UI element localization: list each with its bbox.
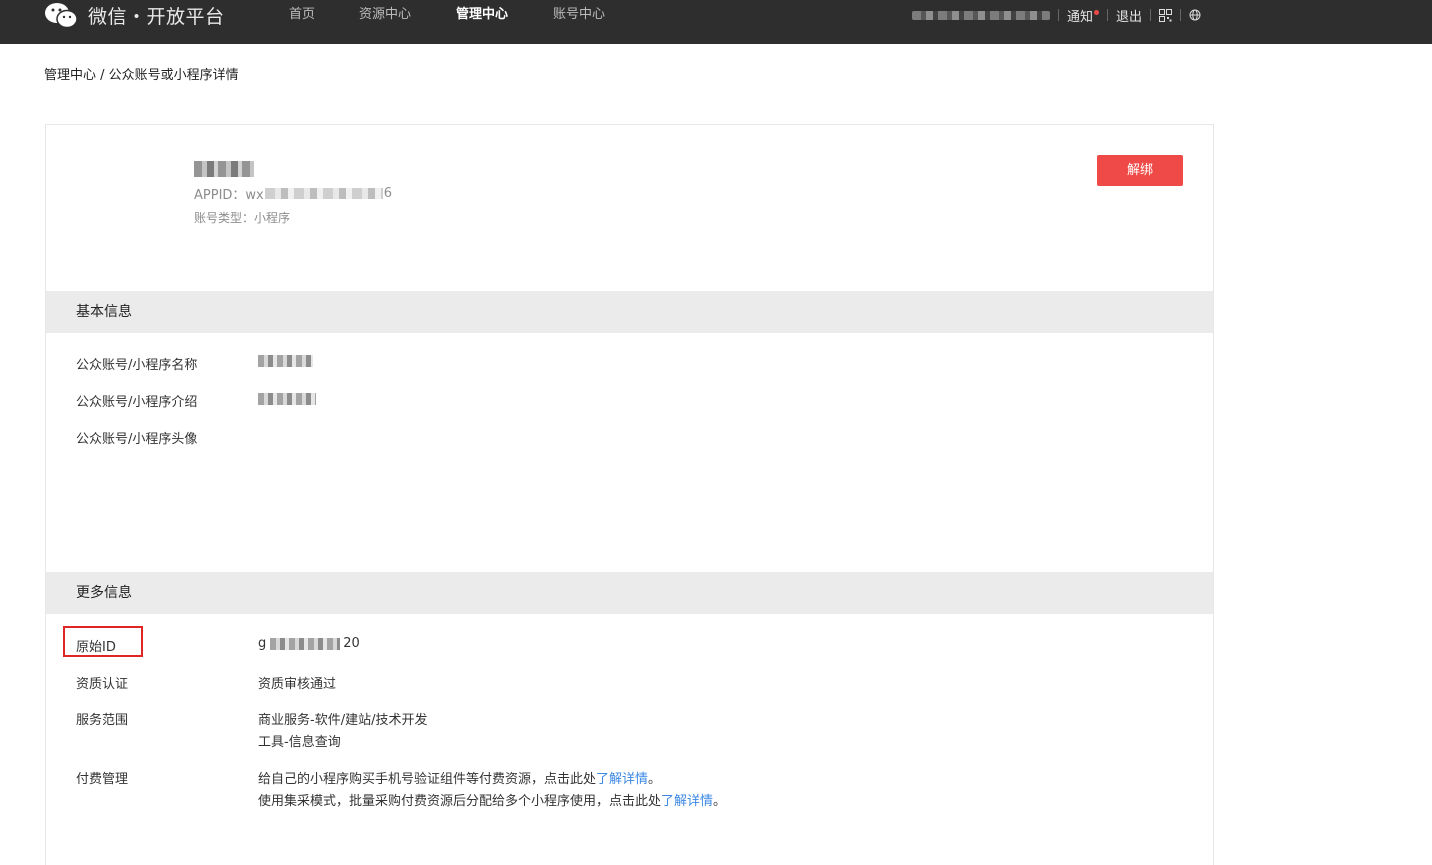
account-type: 账号类型：小程序 xyxy=(194,211,291,225)
learn-more-link[interactable]: 了解详情 xyxy=(661,794,713,809)
notice-label: 通知 xyxy=(1067,9,1094,25)
redacted-text xyxy=(258,355,313,367)
header-tools: 通知 退出 xyxy=(912,0,1201,30)
punctuation: 。 xyxy=(648,772,662,787)
punctuation: 。 xyxy=(713,794,727,809)
basic-info-header: 基本信息 xyxy=(46,291,1213,333)
learn-more-link[interactable]: 了解详情 xyxy=(596,772,648,787)
appid-row: APPID：wx 6 xyxy=(194,184,392,203)
qualification-value: 资质审核通过 xyxy=(258,677,337,692)
avatar-label: 公众账号/小程序头像 xyxy=(76,432,198,447)
original-id-suffix: 20 xyxy=(343,636,360,651)
paid-text: 使用集采模式，批量采购付费资源后分配给多个小程序使用，点击此处 xyxy=(258,794,662,809)
unbind-button[interactable]: 解绑 xyxy=(1097,155,1183,186)
qr-code-icon[interactable] xyxy=(1159,8,1173,22)
globe-icon[interactable] xyxy=(1189,9,1201,21)
divider xyxy=(1180,9,1182,21)
name-label: 公众账号/小程序名称 xyxy=(76,358,198,373)
original-id-prefix: g xyxy=(258,636,267,651)
user-account-name[interactable] xyxy=(912,10,1050,20)
divider xyxy=(1058,9,1059,21)
intro-value-redacted xyxy=(258,393,316,409)
brand[interactable]: 微信・开放平台 xyxy=(44,0,225,30)
nav-management-center[interactable]: 管理中心 xyxy=(456,0,508,30)
original-id-value: g 20 xyxy=(258,636,360,651)
nav-resource-center[interactable]: 资源中心 xyxy=(359,0,411,30)
appid-redacted xyxy=(264,188,383,199)
notice-dot xyxy=(1094,9,1100,15)
name-value-redacted xyxy=(258,355,313,371)
section-title: 基本信息 xyxy=(76,304,132,320)
notice-link[interactable]: 通知 xyxy=(1067,6,1100,25)
service-scope-label: 服务范围 xyxy=(76,713,129,728)
account-detail-card: APPID：wx 6 账号类型：小程序 解绑 基本信息 公众账号/小程序名称 公众… xyxy=(45,124,1214,865)
paid-management-line: 给自己的小程序购买手机号验证组件等付费资源，点击此处了解详情。 xyxy=(258,768,661,787)
appid-prefix: APPID：wx xyxy=(194,188,264,203)
wechat-logo-icon xyxy=(45,3,78,28)
more-info-header: 更多信息 xyxy=(46,572,1213,614)
logout-link[interactable]: 退出 xyxy=(1116,6,1142,25)
qualification-label: 资质认证 xyxy=(76,677,129,692)
account-name-redacted xyxy=(194,161,254,177)
service-scope-item: 工具-信息查询 xyxy=(258,735,341,750)
top-nav-bar: 微信・开放平台 首页 资源中心 管理中心 账号中心 通知 退出 xyxy=(0,0,1432,44)
divider xyxy=(1107,9,1109,21)
intro-label: 公众账号/小程序介绍 xyxy=(76,395,198,410)
original-id-redacted xyxy=(270,637,341,650)
paid-text: 给自己的小程序购买手机号验证组件等付费资源，点击此处 xyxy=(258,772,597,787)
nav-home[interactable]: 首页 xyxy=(289,0,315,30)
divider xyxy=(1150,9,1152,21)
original-id-label: 原始ID xyxy=(76,640,116,655)
service-scope-item: 商业服务-软件/建站/技术开发 xyxy=(258,713,428,728)
platform-title: 微信・开放平台 xyxy=(88,5,225,28)
appid-suffix: 6 xyxy=(383,186,393,201)
section-title: 更多信息 xyxy=(76,585,132,601)
breadcrumb[interactable]: 管理中心 / 公众账号或小程序详情 xyxy=(44,64,239,83)
paid-management-line: 使用集采模式，批量采购付费资源后分配给多个小程序使用，点击此处了解详情。 xyxy=(258,790,726,809)
redacted-text xyxy=(258,393,316,405)
nav-account-center[interactable]: 账号中心 xyxy=(553,0,605,30)
paid-management-label: 付费管理 xyxy=(76,772,129,787)
